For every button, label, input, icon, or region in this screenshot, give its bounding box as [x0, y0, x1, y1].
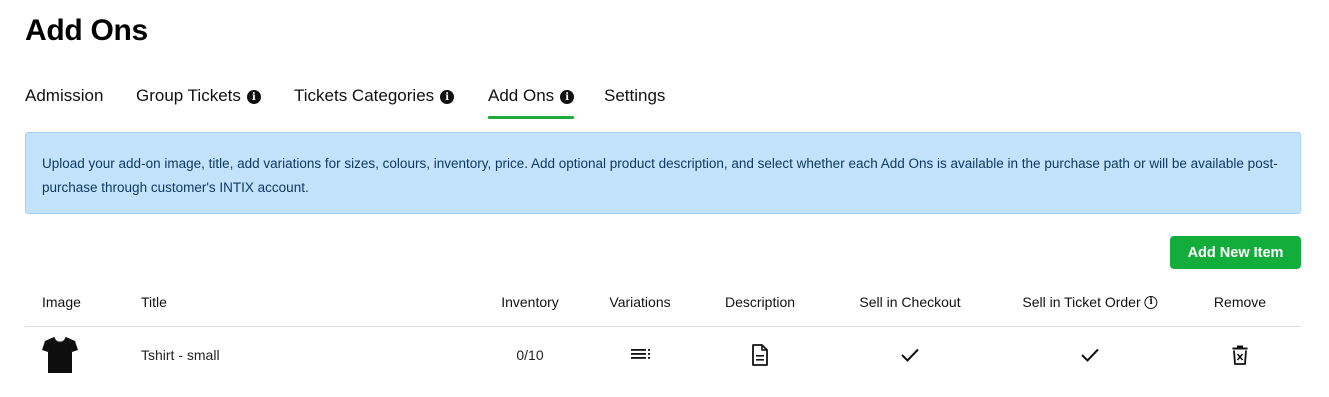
column-header-sell-in-ticket-order: Sell in Ticket Order i	[1022, 294, 1158, 310]
column-header-image: Image	[42, 294, 81, 310]
column-header-inventory: Inventory	[501, 294, 559, 310]
tab-tickets-categories[interactable]: Tickets Categories i	[294, 86, 455, 120]
inventory-count: 0/10	[516, 347, 544, 363]
column-header-title: Title	[141, 294, 167, 310]
tab-label: Tickets Categories	[294, 86, 435, 105]
image-cell	[42, 327, 78, 383]
info-icon[interactable]: i	[440, 90, 455, 104]
column-header-variations: Variations	[609, 294, 671, 310]
remove-button[interactable]	[1232, 327, 1248, 383]
list-icon	[631, 349, 650, 359]
tab-group-tickets[interactable]: Group Tickets i	[136, 86, 261, 120]
column-header-description: Description	[724, 294, 796, 310]
info-icon[interactable]: i	[560, 90, 575, 104]
item-title: Tshirt - small	[141, 347, 220, 363]
table-header: Image Title Inventory Variations Descrip…	[25, 282, 1301, 327]
page-title: Add Ons	[25, 14, 148, 47]
sell-in-checkout-toggle[interactable]	[900, 327, 920, 383]
tab-settings[interactable]: Settings	[604, 86, 665, 120]
column-header-remove: Remove	[1213, 294, 1267, 310]
document-icon	[752, 344, 768, 366]
sell-in-ticket-order-toggle[interactable]	[1080, 327, 1100, 383]
column-header-label: Sell in Ticket Order	[1022, 294, 1141, 310]
info-icon[interactable]: i	[1144, 295, 1158, 309]
tshirt-thumbnail-icon	[42, 336, 78, 373]
checkmark-icon	[1081, 348, 1099, 362]
add-new-item-button[interactable]: Add New Item	[1170, 236, 1301, 269]
info-icon[interactable]: i	[246, 90, 261, 104]
trash-icon	[1232, 345, 1248, 365]
info-banner: Upload your add-on image, title, add var…	[25, 132, 1301, 214]
column-header-sell-in-checkout: Sell in Checkout	[859, 294, 961, 310]
checkmark-icon	[901, 348, 919, 362]
add-ons-table: Image Title Inventory Variations Descrip…	[25, 282, 1301, 383]
tab-label: Admission	[25, 86, 104, 105]
tab-label: Group Tickets	[136, 86, 241, 105]
tab-label: Settings	[604, 86, 666, 105]
variations-button[interactable]	[631, 327, 651, 383]
description-button[interactable]	[751, 327, 769, 383]
info-banner-text: Upload your add-on image, title, add var…	[42, 156, 1278, 195]
add-ons-page: Add Ons Admission Group Tickets i Ticket…	[0, 0, 1329, 397]
tab-add-ons[interactable]: Add Ons i	[488, 86, 575, 120]
tab-admission[interactable]: Admission	[25, 86, 103, 120]
tab-label: Add Ons	[488, 86, 555, 105]
table-row: Tshirt - small 0/10	[25, 327, 1301, 383]
